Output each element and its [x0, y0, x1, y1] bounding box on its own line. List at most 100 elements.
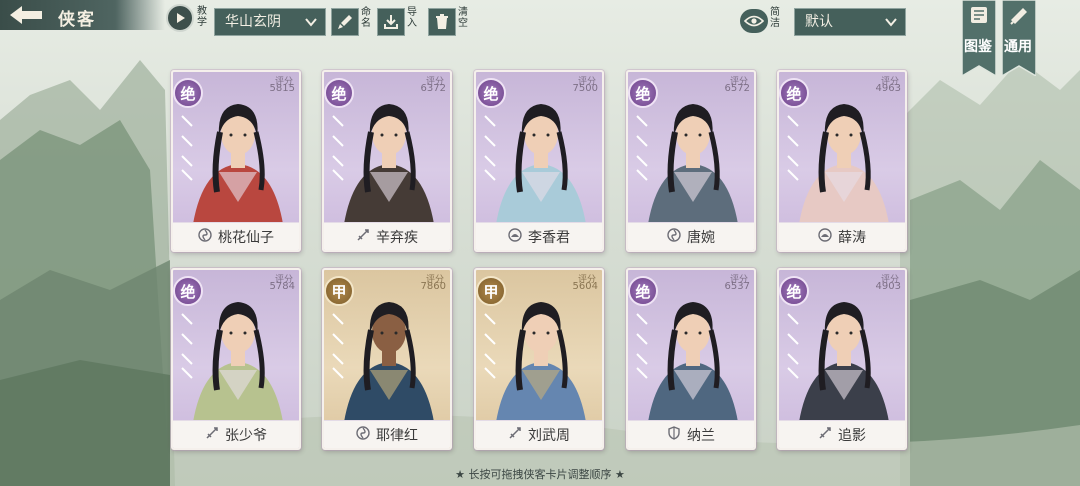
rank-badge: 绝 [173, 276, 203, 306]
hero-name: 张少爷 [225, 427, 267, 444]
drag-hint-text: ★ 长按可拖拽侠客卡片调整顺序 ★ [455, 468, 625, 481]
page-title: 侠客 [58, 10, 96, 30]
hero-name-bar: 耶律红 [324, 420, 450, 448]
sect-dropdown-value: 华山玄阴 [225, 14, 281, 30]
clear-button[interactable] [428, 8, 456, 36]
hero-name: 纳兰 [687, 427, 715, 444]
hero-name-bar: 辛弃疾 [324, 222, 450, 250]
sword-icon [356, 227, 370, 246]
score-value: 6537 [724, 281, 750, 292]
swirl-icon [667, 227, 681, 246]
teach-label: 教学 [197, 6, 207, 28]
hero-name-bar: 唐婉 [628, 222, 754, 250]
ornament-icon [332, 313, 344, 379]
sword-icon [508, 425, 522, 444]
hero-card[interactable]: 绝 评分 6572 唐婉 [626, 70, 756, 252]
hero-card[interactable]: 绝 评分 4963 薛涛 [777, 70, 907, 252]
ornament-icon [181, 313, 193, 379]
score-value: 7860 [420, 281, 446, 292]
score-value: 4903 [875, 281, 901, 292]
swirl-icon [356, 425, 370, 444]
score-value: 4963 [875, 83, 901, 94]
ornament-icon [181, 115, 193, 181]
ornament-icon [484, 115, 496, 181]
hero-name: 桃花仙子 [218, 229, 274, 246]
general-banner-button[interactable]: 通用 [1001, 0, 1037, 78]
rank-badge: 甲 [476, 276, 506, 306]
rank-badge: 绝 [779, 78, 809, 108]
hero-card[interactable]: 甲 评分 5604 刘武周 [474, 268, 604, 450]
hero-name-bar: 张少爷 [173, 420, 299, 448]
rank-badge: 绝 [628, 276, 658, 306]
score-value: 6572 [724, 83, 750, 94]
simple-label: 简洁 [770, 7, 780, 29]
sort-dropdown-value: 默认 [805, 14, 833, 30]
rank-badge: 绝 [324, 78, 354, 108]
hero-name-bar: 薛涛 [779, 222, 905, 250]
rank-badge: 甲 [324, 276, 354, 306]
hero-name: 追影 [838, 427, 866, 444]
import-button[interactable] [377, 8, 405, 36]
hero-name-bar: 李香君 [476, 222, 602, 250]
ornament-icon [636, 115, 648, 181]
rank-badge: 绝 [628, 78, 658, 108]
score-value: 6372 [420, 83, 446, 94]
hero-name: 唐婉 [687, 229, 715, 246]
eye-icon [744, 15, 764, 27]
atlas-banner-button[interactable]: 图鉴 [961, 0, 997, 78]
hero-card[interactable]: 甲 评分 7860 耶律红 [322, 268, 452, 450]
hero-name-bar: 桃花仙子 [173, 222, 299, 250]
hero-name-bar: 刘武周 [476, 420, 602, 448]
teach-button[interactable]: 教学 [166, 4, 210, 34]
scroll-icon [1010, 8, 1027, 25]
back-arrow-icon [10, 6, 42, 24]
hero-card[interactable]: 绝 评分 7500 李香君 [474, 70, 604, 252]
swirl-icon [198, 227, 212, 246]
back-button[interactable] [8, 4, 46, 26]
hero-name: 刘武周 [528, 427, 570, 444]
ornament-icon [787, 313, 799, 379]
score-value: 7500 [572, 83, 598, 94]
rank-badge: 绝 [476, 78, 506, 108]
sort-dropdown[interactable]: 默认 [794, 8, 906, 36]
hero-card[interactable]: 绝 评分 5815 桃花仙子 [171, 70, 301, 252]
score-value: 5604 [572, 281, 598, 292]
top-bar: 侠客 教学 华山玄阴 命名 导入 清空 简洁 默认 图鉴 通用 [0, 0, 1080, 78]
score-value: 5784 [269, 281, 295, 292]
brush-icon [338, 15, 352, 29]
hero-name: 辛弃疾 [376, 229, 418, 246]
hero-name: 耶律红 [376, 427, 418, 444]
ornament-icon [484, 313, 496, 379]
hero-card[interactable]: 绝 评分 6372 辛弃疾 [322, 70, 452, 252]
ornament-icon [636, 313, 648, 379]
hero-card[interactable]: 绝 评分 4903 追影 [777, 268, 907, 450]
chevron-down-icon [885, 18, 897, 27]
chevron-down-icon [305, 18, 317, 27]
ornament-icon [787, 115, 799, 181]
book-icon [971, 7, 987, 23]
clear-label: 清空 [458, 7, 468, 29]
rename-label: 命名 [361, 7, 371, 29]
hero-name: 李香君 [528, 229, 570, 246]
hero-name-bar: 纳兰 [628, 420, 754, 448]
rank-badge: 绝 [779, 276, 809, 306]
sect-dropdown[interactable]: 华山玄阴 [214, 8, 326, 36]
sword-icon [818, 425, 832, 444]
download-icon [384, 15, 398, 29]
ornament-icon [332, 115, 344, 181]
trash-icon [436, 14, 448, 29]
hero-name-bar: 追影 [779, 420, 905, 448]
simple-view-toggle[interactable] [740, 9, 768, 33]
atlas-label: 图鉴 [964, 39, 992, 55]
hero-card[interactable]: 绝 评分 6537 纳兰 [626, 268, 756, 450]
rename-button[interactable] [331, 8, 359, 36]
general-label: 通用 [1004, 39, 1032, 55]
play-icon [166, 4, 194, 32]
lotus-icon [508, 227, 522, 246]
import-label: 导入 [407, 7, 417, 29]
sword-icon [205, 425, 219, 444]
hero-card[interactable]: 绝 评分 5784 张少爷 [171, 268, 301, 450]
rank-badge: 绝 [173, 78, 203, 108]
shield-icon [667, 425, 681, 444]
lotus-icon [818, 227, 832, 246]
